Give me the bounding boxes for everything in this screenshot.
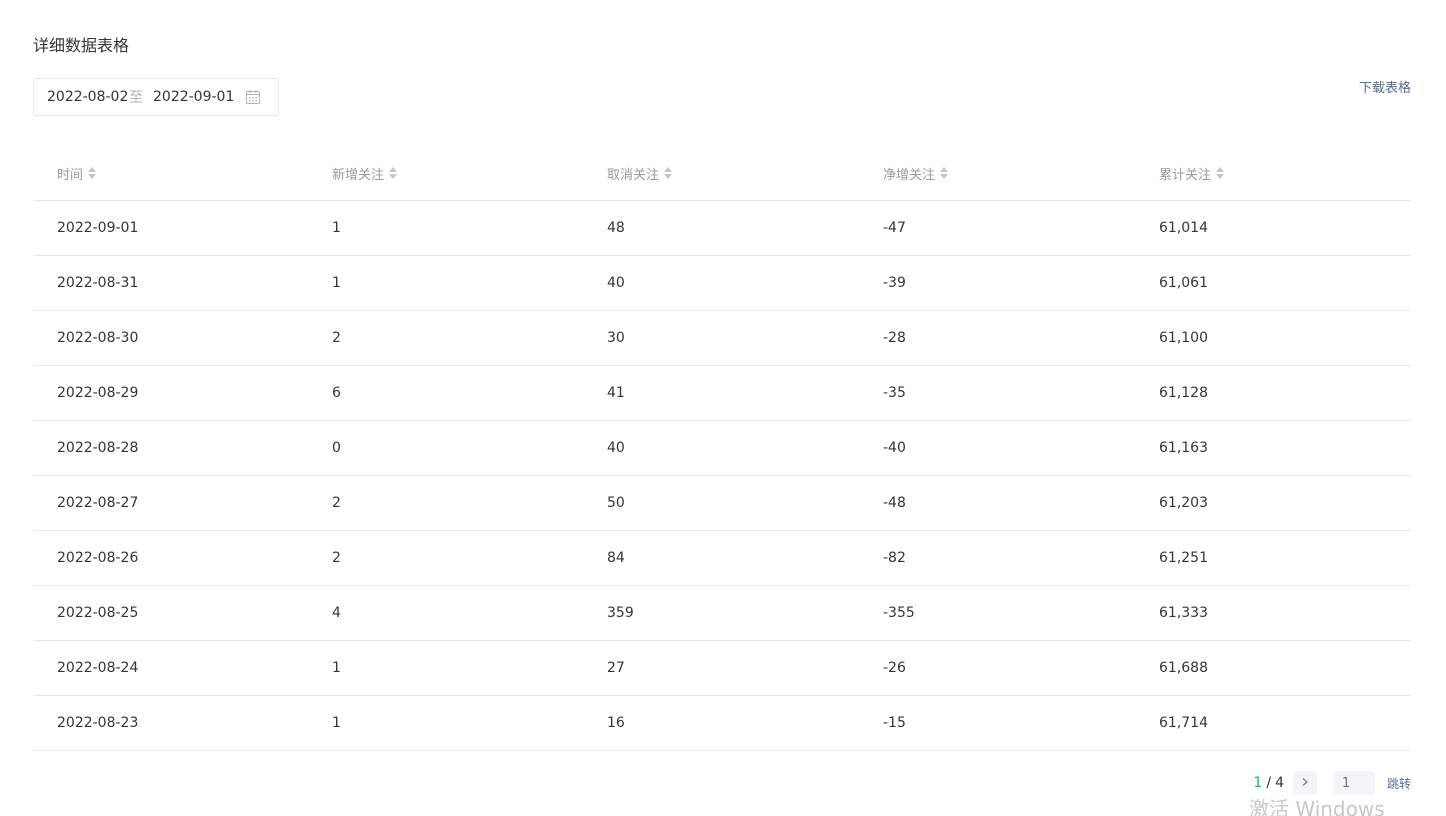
date-range-start: 2022-08-02	[47, 89, 129, 105]
chevron-right-icon	[1300, 775, 1310, 791]
cell-net-follows: -47	[883, 220, 906, 236]
cell-date: 2022-08-27	[57, 495, 139, 511]
column-header-new-follows[interactable]: 新增关注	[308, 164, 583, 183]
cell-date: 2022-08-29	[57, 385, 139, 401]
cell-total-follows: 61,100	[1159, 330, 1208, 346]
cell-date: 2022-09-01	[57, 220, 139, 236]
table-row: 2022-08-24 1 27 -26 61,688	[33, 641, 1411, 696]
cell-net-follows: -40	[883, 440, 906, 456]
calendar-icon	[245, 89, 261, 105]
cell-date: 2022-08-28	[57, 440, 139, 456]
cell-unfollows: 41	[607, 385, 625, 401]
sort-icon	[1215, 166, 1225, 180]
cell-date: 2022-08-31	[57, 275, 139, 291]
sort-icon	[87, 166, 97, 180]
date-range-end: 2022-09-01	[153, 89, 235, 105]
column-header-date[interactable]: 时间	[33, 164, 308, 183]
cell-new-follows: 1	[332, 715, 341, 731]
cell-total-follows: 61,203	[1159, 495, 1208, 511]
cell-net-follows: -26	[883, 660, 906, 676]
date-range-separator: 至	[129, 90, 143, 106]
cell-unfollows: 30	[607, 330, 625, 346]
cell-net-follows: -15	[883, 715, 906, 731]
column-header-total-follows[interactable]: 累计关注	[1135, 164, 1411, 183]
column-header-label: 新增关注	[332, 167, 385, 183]
cell-net-follows: -355	[883, 605, 915, 621]
cell-total-follows: 61,333	[1159, 605, 1208, 621]
table-row: 2022-08-29 6 41 -35 61,128	[33, 366, 1411, 421]
pagination: 1 / 4 跳转	[1253, 771, 1411, 795]
column-header-net-follows[interactable]: 净增关注	[859, 164, 1135, 183]
table-row: 2022-08-23 1 16 -15 61,714	[33, 696, 1411, 751]
page: 详细数据表格 2022-08-02 至 2022-09-01 下载表格 时间 新…	[0, 0, 1446, 816]
data-table: 时间 新增关注 取消关注 净增关注 累计关注 2022-09-01 1 48 -…	[33, 146, 1411, 751]
pagination-current-page: 1	[1253, 775, 1263, 791]
cell-new-follows: 2	[332, 495, 341, 511]
cell-unfollows: 40	[607, 440, 625, 456]
sort-icon	[663, 166, 673, 180]
cell-unfollows: 27	[607, 660, 625, 676]
windows-activation-watermark: 激活 Windows	[1249, 797, 1385, 816]
cell-total-follows: 61,061	[1159, 275, 1208, 291]
cell-date: 2022-08-26	[57, 550, 139, 566]
cell-net-follows: -39	[883, 275, 906, 291]
cell-new-follows: 1	[332, 220, 341, 236]
download-table-link[interactable]: 下载表格	[1359, 80, 1411, 98]
page-jump-button[interactable]: 跳转	[1387, 775, 1411, 792]
sort-icon	[388, 166, 398, 180]
column-header-label: 取消关注	[607, 167, 660, 183]
cell-net-follows: -35	[883, 385, 906, 401]
cell-new-follows: 2	[332, 330, 341, 346]
table-row: 2022-08-25 4 359 -355 61,333	[33, 586, 1411, 641]
cell-total-follows: 61,688	[1159, 660, 1208, 676]
cell-unfollows: 84	[607, 550, 625, 566]
cell-unfollows: 40	[607, 275, 625, 291]
cell-date: 2022-08-30	[57, 330, 139, 346]
cell-new-follows: 1	[332, 660, 341, 676]
cell-date: 2022-08-25	[57, 605, 139, 621]
table-header: 时间 新增关注 取消关注 净增关注 累计关注	[33, 146, 1411, 201]
table-row: 2022-08-30 2 30 -28 61,100	[33, 311, 1411, 366]
cell-unfollows: 50	[607, 495, 625, 511]
column-header-unfollows[interactable]: 取消关注	[583, 164, 859, 183]
table-row: 2022-08-27 2 50 -48 61,203	[33, 476, 1411, 531]
column-header-label: 时间	[57, 167, 84, 183]
cell-new-follows: 1	[332, 275, 341, 291]
cell-date: 2022-08-23	[57, 715, 139, 731]
cell-total-follows: 61,014	[1159, 220, 1208, 236]
cell-total-follows: 61,128	[1159, 385, 1208, 401]
cell-total-follows: 61,163	[1159, 440, 1208, 456]
pagination-total-pages: 4	[1275, 775, 1284, 791]
cell-unfollows: 359	[607, 605, 634, 621]
column-header-label: 净增关注	[883, 167, 936, 183]
date-range-picker[interactable]: 2022-08-02 至 2022-09-01	[33, 78, 279, 116]
next-page-button[interactable]	[1292, 771, 1317, 795]
cell-date: 2022-08-24	[57, 660, 139, 676]
table-row: 2022-08-28 0 40 -40 61,163	[33, 421, 1411, 476]
column-header-label: 累计关注	[1159, 167, 1212, 183]
cell-net-follows: -48	[883, 495, 906, 511]
pagination-separator: /	[1266, 775, 1272, 791]
cell-new-follows: 6	[332, 385, 341, 401]
cell-unfollows: 16	[607, 715, 625, 731]
sort-icon	[939, 166, 949, 180]
cell-net-follows: -82	[883, 550, 906, 566]
table-row: 2022-08-26 2 84 -82 61,251	[33, 531, 1411, 586]
cell-total-follows: 61,714	[1159, 715, 1208, 731]
table-row: 2022-09-01 1 48 -47 61,014	[33, 201, 1411, 256]
page-jump-input[interactable]	[1332, 771, 1375, 795]
cell-unfollows: 48	[607, 220, 625, 236]
cell-new-follows: 4	[332, 605, 341, 621]
section-title: 详细数据表格	[33, 36, 130, 55]
cell-new-follows: 0	[332, 440, 341, 456]
cell-total-follows: 61,251	[1159, 550, 1208, 566]
cell-new-follows: 2	[332, 550, 341, 566]
table-row: 2022-08-31 1 40 -39 61,061	[33, 256, 1411, 311]
cell-net-follows: -28	[883, 330, 906, 346]
